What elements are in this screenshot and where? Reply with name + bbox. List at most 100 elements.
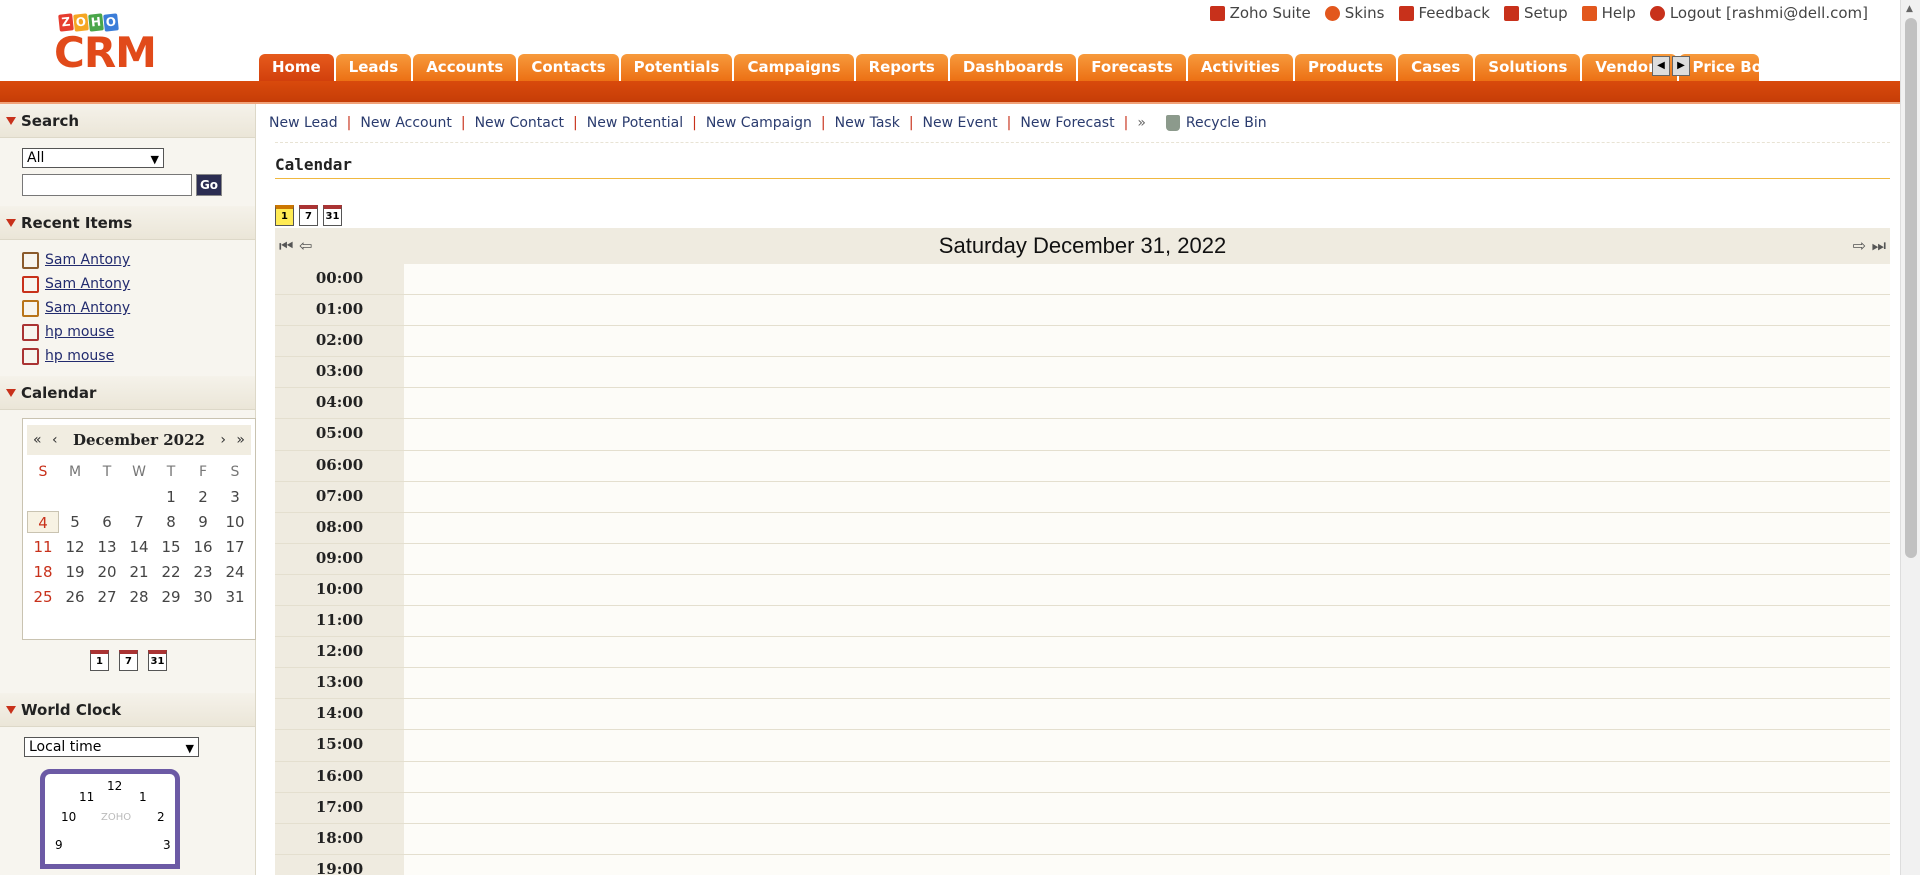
toplink-tools[interactable]: Setup	[1503, 4, 1568, 22]
calendar-day[interactable]: 24	[219, 561, 251, 583]
tab-reports[interactable]: Reports	[855, 54, 948, 81]
toplink-bulb[interactable]: Help	[1581, 4, 1636, 22]
tab-accounts[interactable]: Accounts	[413, 54, 517, 81]
calendar-day[interactable]: 4	[27, 511, 59, 533]
tab-dashboards[interactable]: Dashboards	[949, 54, 1077, 81]
hour-slot[interactable]	[404, 419, 1890, 450]
tab-solutions[interactable]: Solutions	[1475, 54, 1581, 81]
calendar-day[interactable]: 3	[219, 486, 251, 508]
scroll-up-icon[interactable]: ▲	[1906, 4, 1913, 14]
hour-slot[interactable]	[404, 699, 1890, 730]
calendar-day[interactable]: 5	[59, 511, 91, 533]
week-view-icon[interactable]: 7	[299, 205, 318, 226]
next-month-icon[interactable]: ›	[220, 432, 226, 448]
recent-items-header[interactable]: Recent Items	[0, 206, 255, 240]
calendar-day[interactable]: 27	[91, 586, 123, 608]
quick-link-new-potential[interactable]: New Potential	[587, 115, 683, 131]
toplink-logout[interactable]: Logout [rashmi@dell.com]	[1649, 4, 1868, 22]
recent-item[interactable]: Sam Antony	[22, 296, 255, 320]
next-year-icon[interactable]: »	[236, 432, 245, 448]
search-input[interactable]	[22, 174, 192, 196]
calendar-day[interactable]: 25	[27, 586, 59, 608]
calendar-day[interactable]: 19	[59, 561, 91, 583]
hour-slot[interactable]	[404, 512, 1890, 543]
hour-slot[interactable]	[404, 792, 1890, 823]
go-button[interactable]: Go	[196, 174, 222, 196]
calendar-day[interactable]: 7	[123, 511, 155, 533]
calendar-day[interactable]: 2	[187, 486, 219, 508]
hour-slot[interactable]	[404, 823, 1890, 854]
toplink-envelope[interactable]: Feedback	[1398, 4, 1490, 22]
calendar-day[interactable]: 21	[123, 561, 155, 583]
calendar-day[interactable]: 10	[219, 511, 251, 533]
day-view-icon[interactable]: 1	[275, 205, 294, 226]
prev-year-icon[interactable]: «	[33, 432, 42, 448]
tab-contacts[interactable]: Contacts	[518, 54, 619, 81]
quick-link-new-contact[interactable]: New Contact	[475, 115, 564, 131]
zoho-crm-logo[interactable]: ZOHO CRM	[54, 13, 188, 76]
double-chevron-icon[interactable]: »	[1137, 115, 1146, 131]
toplink-zoho-suite[interactable]: Zoho Suite	[1209, 4, 1311, 22]
hour-slot[interactable]	[404, 450, 1890, 481]
tab-price-books[interactable]: Price Books	[1679, 54, 1760, 81]
search-panel-header[interactable]: Search	[0, 104, 255, 138]
month-view-icon[interactable]: 31	[323, 205, 342, 226]
hour-slot[interactable]	[404, 854, 1890, 875]
calendar-day[interactable]: 14	[123, 536, 155, 558]
calendar-day[interactable]: 9	[187, 511, 219, 533]
calendar-day[interactable]: 17	[219, 536, 251, 558]
hour-slot[interactable]	[404, 574, 1890, 606]
tab-potentials[interactable]: Potentials	[620, 54, 733, 81]
calendar-day[interactable]: 6	[91, 511, 123, 533]
hour-slot[interactable]	[404, 326, 1890, 357]
tab-forecasts[interactable]: Forecasts	[1078, 54, 1186, 81]
hour-slot[interactable]	[404, 761, 1890, 792]
calendar-day[interactable]: 29	[155, 586, 187, 608]
calendar-day[interactable]: 30	[187, 586, 219, 608]
tab-campaigns[interactable]: Campaigns	[734, 54, 854, 81]
calendar-day[interactable]: 23	[187, 561, 219, 583]
recent-item[interactable]: Sam Antony	[22, 272, 255, 296]
tab-activities[interactable]: Activities	[1187, 54, 1293, 81]
calendar-day[interactable]: 26	[59, 586, 91, 608]
quick-link-new-task[interactable]: New Task	[835, 115, 900, 131]
calendar-day[interactable]: 13	[91, 536, 123, 558]
world-clock-header[interactable]: World Clock	[0, 693, 255, 727]
recent-item[interactable]: hp mouse	[22, 320, 255, 344]
calendar-day[interactable]: 20	[91, 561, 123, 583]
hour-slot[interactable]	[404, 295, 1890, 326]
timezone-select[interactable]: Local time ▼	[24, 737, 199, 757]
tab-scroll-right-icon[interactable]: ▶	[1672, 56, 1690, 76]
hour-slot[interactable]	[404, 388, 1890, 419]
prev-month-icon[interactable]: ‹	[52, 432, 58, 448]
calendar-day[interactable]: 22	[155, 561, 187, 583]
calendar-panel-header[interactable]: Calendar	[0, 376, 255, 410]
hour-slot[interactable]	[404, 357, 1890, 388]
hour-slot[interactable]	[404, 668, 1890, 699]
hour-slot[interactable]	[404, 481, 1890, 512]
calendar-day[interactable]: 31	[219, 586, 251, 608]
month-view-icon[interactable]: 31	[148, 650, 167, 671]
search-module-select[interactable]: All ▼	[22, 148, 164, 168]
calendar-day[interactable]: 1	[155, 486, 187, 508]
calendar-day[interactable]: 11	[27, 536, 59, 558]
week-view-icon[interactable]: 7	[119, 650, 138, 671]
recycle-bin-link[interactable]: Recycle Bin	[1165, 115, 1267, 131]
quick-link-new-account[interactable]: New Account	[360, 115, 452, 131]
hour-slot[interactable]	[404, 730, 1890, 761]
recent-item[interactable]: hp mouse	[22, 344, 255, 368]
page-scrollbar[interactable]: ▲	[1900, 0, 1920, 875]
quick-link-new-campaign[interactable]: New Campaign	[706, 115, 812, 131]
calendar-day[interactable]: 18	[27, 561, 59, 583]
day-view-icon[interactable]: 1	[90, 650, 109, 671]
calendar-day[interactable]: 12	[59, 536, 91, 558]
tab-scroll-left-icon[interactable]: ◀	[1652, 56, 1670, 76]
tab-cases[interactable]: Cases	[1398, 54, 1474, 81]
quick-link-new-lead[interactable]: New Lead	[269, 115, 338, 131]
calendar-day[interactable]: 16	[187, 536, 219, 558]
quick-link-new-forecast[interactable]: New Forecast	[1020, 115, 1114, 131]
quick-link-new-event[interactable]: New Event	[923, 115, 998, 131]
tab-products[interactable]: Products	[1294, 54, 1397, 81]
scrollbar-thumb[interactable]	[1905, 18, 1917, 558]
toplink-skins-flower[interactable]: Skins	[1324, 4, 1385, 22]
